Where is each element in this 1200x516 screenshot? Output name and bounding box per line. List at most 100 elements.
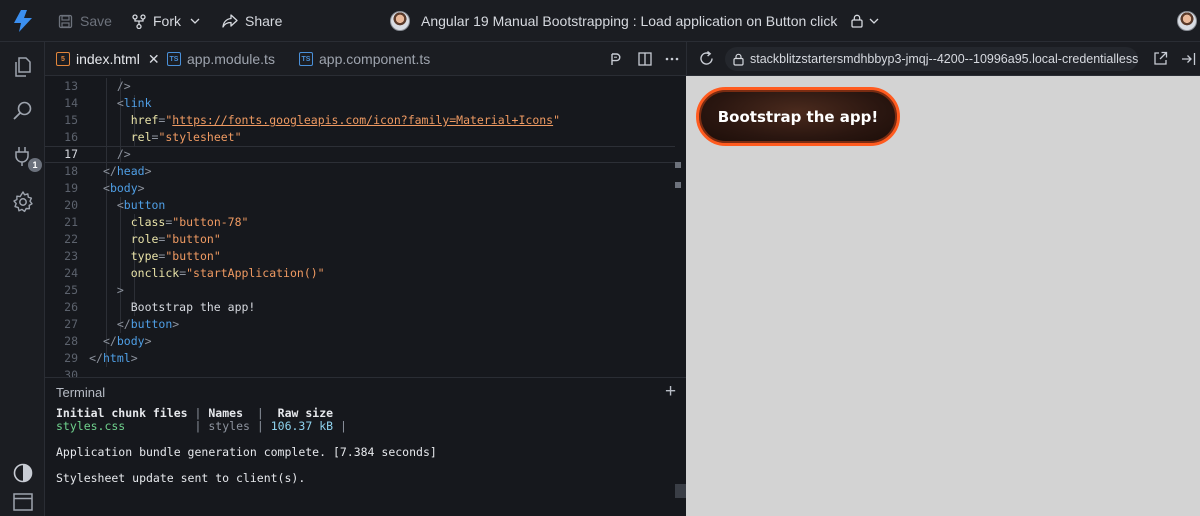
terminal-stylesheet-message: Stylesheet update sent to client(s). [56,471,306,485]
line-number: 18 [64,164,78,178]
fork-button[interactable]: Fork [132,0,181,42]
code-text: </head> [103,164,152,178]
code-text: > [116,283,124,297]
preview-toolbar: stackblitzstartersmdhbbyp3-jmqj--4200--1… [686,42,1200,76]
tab-label: index.html [76,51,140,67]
code-editor[interactable]: 13 /> 14 <link 15 href="https://fonts.googlea… [45,76,686,377]
row-size: 106.37 kB [270,419,334,433]
fork-label: Fork [153,13,181,29]
code-line[interactable]: 25 > [45,282,675,299]
line-number: 28 [64,334,78,348]
terminal-panel: Terminal + Initial chunk files | Names |… [45,377,686,516]
line-number: 19 [64,181,78,195]
lock-icon [733,53,744,66]
code-text: onclick="startApplication()" [130,266,325,280]
more-actions-button[interactable] [665,42,679,76]
row-file: styles.css [56,419,126,433]
user-avatar[interactable] [1177,11,1197,31]
terminal-table-header: Initial chunk files | Names | Raw size [56,406,334,420]
header-files: Initial chunk files [56,406,188,420]
tab-app-module-ts[interactable]: TS app.module.ts [167,42,275,76]
close-icon[interactable]: ✕ [148,51,160,68]
code-line[interactable]: 24 onclick="startApplication()" [45,265,675,282]
editor-tabs: 5 index.html ✕ TS app.module.ts TS app.c… [45,42,686,76]
ts-file-icon: TS [299,52,313,66]
code-line[interactable]: 22 role="button" [45,231,675,248]
line-number: 27 [64,317,78,331]
fork-options-button[interactable] [190,0,207,42]
save-button[interactable]: Save [58,0,112,42]
line-number: 29 [64,351,78,365]
line-number: 20 [64,198,78,212]
tab-app-component-ts[interactable]: TS app.component.ts [299,42,430,76]
code-text: role="button" [130,232,221,246]
line-number: 22 [64,232,78,246]
line-number: 17 [64,147,78,161]
preview-url: stackblitzstartersmdhbbyp3-jmqj--4200--1… [750,52,1138,66]
code-text: rel="stylesheet" [130,130,242,144]
header-names: Names [208,406,243,420]
line-number: 26 [64,300,78,314]
preview-url-field[interactable]: stackblitzstartersmdhbbyp3-jmqj--4200--1… [725,47,1138,71]
prettier-format-button[interactable] [611,42,621,76]
collapse-preview-icon[interactable] [1181,52,1196,66]
code-line[interactable]: 17 /> [45,146,675,163]
reload-icon[interactable] [698,50,715,67]
code-text: Bootstrap the app! [130,300,256,314]
line-number: 15 [64,113,78,127]
minimap-marker [675,182,681,188]
code-line[interactable]: 20 <button [45,197,675,214]
code-text: type="button" [130,249,221,263]
line-number: 14 [64,96,78,110]
stackblitz-logo-icon[interactable] [12,9,34,33]
line-number: 24 [64,266,78,280]
code-line[interactable]: 18 </head> [45,163,675,180]
line-number: 16 [64,130,78,144]
save-label: Save [80,13,112,29]
gear-icon[interactable] [11,190,35,214]
code-text: /> [116,79,131,93]
share-button[interactable]: Share [222,0,282,42]
extensions-badge: 1 [28,158,42,172]
terminal-scrollbar[interactable] [675,484,686,498]
chevron-down-icon [869,18,879,24]
code-line[interactable]: 23 type="button" [45,248,675,265]
files-icon[interactable] [11,55,35,79]
line-number: 25 [64,283,78,297]
code-line[interactable]: 19 <body> [45,180,675,197]
html-file-icon: 5 [56,52,70,66]
row-name: styles [208,419,250,433]
code-line[interactable]: 28 </body> [45,333,675,350]
code-text: <link [116,96,152,110]
chevron-down-icon [190,18,200,24]
code-line[interactable]: 13 /> [45,78,675,95]
code-text: /> [116,147,131,161]
line-number: 30 [64,368,78,377]
share-label: Share [245,13,283,29]
ts-file-icon: TS [167,52,181,66]
code-line[interactable]: 29 </html> [45,350,675,367]
open-in-new-window-icon[interactable] [1153,51,1168,66]
code-line[interactable]: 14 <link [45,95,675,112]
theme-toggle-icon[interactable] [11,461,35,485]
search-icon[interactable] [11,99,35,123]
line-number: 21 [64,215,78,229]
code-text: </body> [103,334,152,348]
panel-layout-icon[interactable] [11,490,35,514]
tab-index-html[interactable]: 5 index.html ✕ [56,42,160,76]
top-bar: Save Fork Share Angular 19 Manual Bootst… [0,0,1200,42]
share-icon [222,14,238,28]
code-line[interactable]: 26 Bootstrap the app! [45,299,675,316]
code-text: <button [116,198,166,212]
code-line[interactable]: 16 rel="stylesheet" [45,129,675,146]
project-title-area[interactable]: Angular 19 Manual Bootstrapping : Load a… [390,0,879,42]
code-line[interactable]: 15 href="https://fonts.googleapis.com/ico… [45,112,675,129]
code-line[interactable]: 27 </button> [45,316,675,333]
tab-label: app.component.ts [319,51,431,67]
bootstrap-app-button[interactable]: Bootstrap the app! [696,87,900,146]
new-terminal-button[interactable]: + [665,381,676,403]
code-line[interactable]: 30 [45,367,675,377]
tab-label: app.module.ts [187,51,275,67]
split-editor-button[interactable] [638,42,652,76]
code-line[interactable]: 21 class="button-78" [45,214,675,231]
